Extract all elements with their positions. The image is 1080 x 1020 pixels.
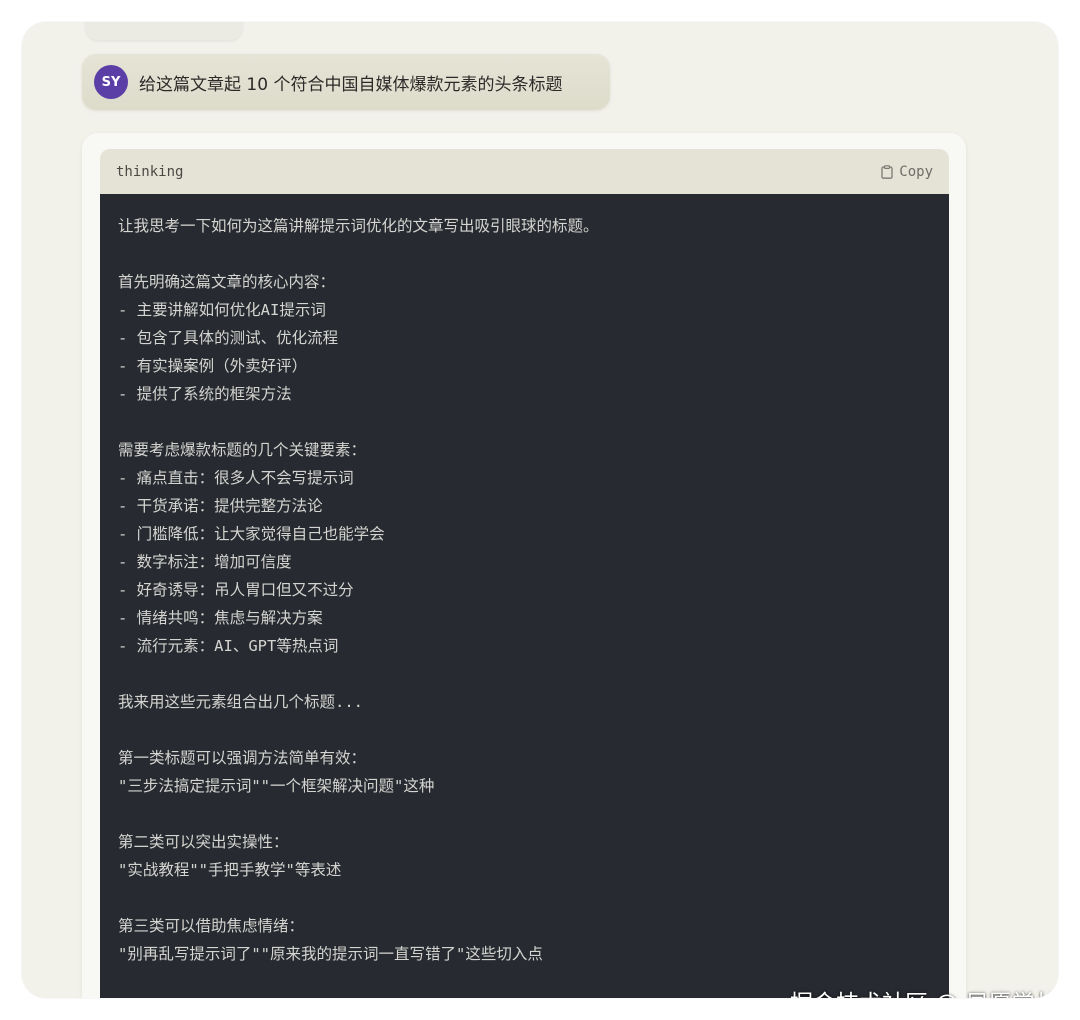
code-line: - 情绪共鸣：焦虑与解决方案	[118, 609, 323, 627]
code-line: - 流行元素：AI、GPT等热点词	[118, 637, 339, 655]
user-message-text: 给这篇文章起 10 个符合中国自媒体爆款元素的头条标题	[139, 74, 563, 95]
code-line: - 包含了具体的测试、优化流程	[118, 329, 339, 347]
user-message-bubble: SY 给这篇文章起 10 个符合中国自媒体爆款元素的头条标题	[82, 54, 610, 110]
code-line: - 好奇诱导：吊人胃口但又不过分	[118, 581, 354, 599]
copy-label: Copy	[899, 163, 933, 180]
code-line: "实战教程""手把手教学"等表述	[118, 861, 342, 879]
previous-message-stub	[86, 22, 242, 40]
code-line: 首先明确这篇文章的核心内容：	[118, 273, 336, 291]
thinking-code-block: thinking Copy 让我思考一下如何为这篇讲解提示词优化的文章写出吸引眼…	[100, 149, 949, 998]
code-line: 第二类可以突出实操性：	[118, 833, 289, 851]
code-line: - 干货承诺：提供完整方法论	[118, 497, 323, 515]
copy-button[interactable]: Copy	[881, 164, 933, 180]
code-language-label: thinking	[116, 163, 184, 180]
assistant-message-card: thinking Copy 让我思考一下如何为这篇讲解提示词优化的文章写出吸引眼…	[82, 133, 966, 998]
code-line: - 主要讲解如何优化AI提示词	[118, 301, 326, 319]
code-line: - 门槛降低：让大家觉得自己也能学会	[118, 525, 385, 543]
code-block-body: 让我思考一下如何为这篇讲解提示词优化的文章写出吸引眼球的标题。 首先明确这篇文章的…	[100, 194, 949, 998]
code-block-header: thinking Copy	[100, 149, 949, 194]
code-line: "三步法搞定提示词""一个框架解决问题"这种	[118, 777, 435, 795]
code-line: - 数字标注：增加可信度	[118, 553, 292, 571]
code-line: "别再乱写提示词了""原来我的提示词一直写错了"这些切入点	[118, 945, 543, 963]
code-line: 第一类标题可以强调方法简单有效：	[118, 749, 367, 767]
chat-window: SY 给这篇文章起 10 个符合中国自媒体爆款元素的头条标题 thinking …	[22, 22, 1058, 998]
code-line: 需要考虑爆款标题的几个关键要素：	[118, 441, 367, 459]
code-line: - 有实操案例（外卖好评）	[118, 357, 308, 375]
code-line: 我来用这些元素组合出几个标题...	[118, 693, 363, 711]
watermark-text: 掘金技术社区 @ 夙愿学长	[790, 984, 1058, 998]
user-avatar: SY	[94, 65, 128, 99]
code-line: - 提供了系统的框架方法	[118, 385, 292, 403]
code-line: - 痛点直击：很多人不会写提示词	[118, 469, 354, 487]
code-line: 第三类可以借助焦虑情绪：	[118, 917, 305, 935]
code-line: 让我思考一下如何为这篇讲解提示词优化的文章写出吸引眼球的标题。	[118, 217, 599, 235]
clipboard-icon	[881, 164, 893, 179]
